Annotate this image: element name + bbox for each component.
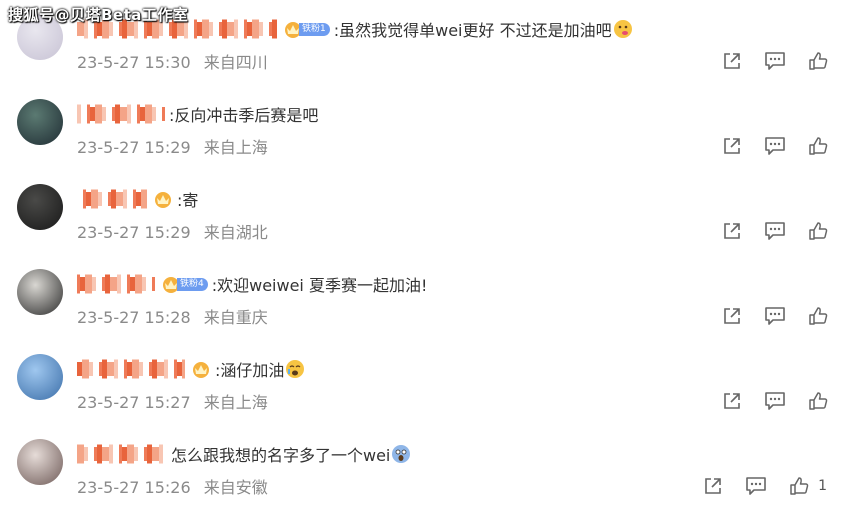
comment-date: 23-5-27 15:29: [77, 223, 191, 242]
comment-date: 23-5-27 15:27: [77, 393, 191, 412]
username-mosaic[interactable]: [77, 186, 148, 212]
comment-location: 来自安徽: [203, 478, 268, 497]
username-mosaic[interactable]: [77, 101, 165, 127]
reply-icon[interactable]: [764, 390, 786, 412]
like-icon[interactable]: [807, 220, 829, 242]
comment-date: 23-5-27 15:29: [77, 138, 191, 157]
comment-text: :反向冲击季后赛是吧: [169, 106, 319, 125]
fan-badge: 铁粉1: [283, 19, 330, 39]
comment-location: 来自上海: [203, 138, 268, 157]
comment-header: 怎么跟我想的名字多了一个wei: [77, 439, 411, 469]
username-mosaic[interactable]: [77, 441, 169, 467]
comment-header: :寄: [77, 184, 198, 214]
crown-icon: [193, 362, 209, 378]
comment-text: :虽然我觉得单wei更好 不过还是加油吧: [333, 21, 612, 40]
reply-icon[interactable]: [764, 135, 786, 157]
comment-item: 铁粉4 :欢迎weiwei 夏季赛一起加油! 23-5-27 15:28 来自重…: [0, 267, 849, 352]
comment-item: 怎么跟我想的名字多了一个wei 23-5-27 15:26 来自安徽 1: [0, 437, 849, 522]
like-icon[interactable]: [807, 390, 829, 412]
avatar[interactable]: [17, 439, 63, 485]
watermark: 搜狐号@贝塔Beta工作室: [8, 6, 189, 24]
share-icon[interactable]: [721, 305, 743, 327]
like-icon[interactable]: [807, 135, 829, 157]
crown-badge: [153, 189, 173, 209]
reply-icon[interactable]: [745, 475, 767, 497]
like-count: 1: [818, 478, 827, 494]
comment-meta: 23-5-27 15:29 来自上海: [77, 134, 268, 158]
drool-face-emoji-icon: [612, 19, 633, 40]
username-mosaic[interactable]: [77, 271, 155, 297]
comment-actions: [700, 305, 829, 327]
comment-location: 来自四川: [203, 53, 268, 72]
crown-badge: [191, 359, 211, 379]
reply-icon[interactable]: [764, 220, 786, 242]
comment-text: :涵仔加油: [215, 361, 285, 380]
reply-icon[interactable]: [764, 50, 786, 72]
comment-item: :涵仔加油 23-5-27 15:27 来自上海: [0, 352, 849, 437]
comment-actions: 1: [681, 475, 827, 497]
comment-header: :涵仔加油: [77, 354, 305, 384]
comment-actions: [700, 390, 829, 412]
like-icon[interactable]: [807, 50, 829, 72]
comment-header: 铁粉4 :欢迎weiwei 夏季赛一起加油!: [77, 269, 427, 299]
reply-icon[interactable]: [764, 305, 786, 327]
like-icon[interactable]: [788, 475, 810, 497]
fan-badge: 铁粉4: [161, 274, 208, 294]
like-icon[interactable]: [807, 305, 829, 327]
avatar[interactable]: [17, 99, 63, 145]
shock-face-emoji-icon: [390, 444, 411, 465]
comment-actions: [700, 50, 829, 72]
comment-date: 23-5-27 15:30: [77, 53, 191, 72]
comment-location: 来自上海: [203, 393, 268, 412]
comment-meta: 23-5-27 15:29 来自湖北: [77, 219, 268, 243]
comment-actions: [700, 135, 829, 157]
comment-meta: 23-5-27 15:27 来自上海: [77, 389, 268, 413]
share-icon[interactable]: [721, 135, 743, 157]
username-mosaic[interactable]: [77, 356, 189, 382]
comment-date: 23-5-27 15:26: [77, 478, 191, 497]
crown-icon: [155, 192, 171, 208]
share-icon[interactable]: [721, 50, 743, 72]
comment-item: :反向冲击季后赛是吧 23-5-27 15:29 来自上海: [0, 97, 849, 182]
comment-meta: 23-5-27 15:28 来自重庆: [77, 304, 268, 328]
cry-face-emoji-icon: [284, 359, 305, 380]
comment-item: :寄 23-5-27 15:29 来自湖北: [0, 182, 849, 267]
comment-text: :欢迎weiwei 夏季赛一起加油!: [211, 276, 428, 295]
share-icon[interactable]: [721, 220, 743, 242]
comment-date: 23-5-27 15:28: [77, 308, 191, 327]
comment-header: :反向冲击季后赛是吧: [77, 99, 318, 129]
avatar[interactable]: [17, 354, 63, 400]
comment-meta: 23-5-27 15:26 来自安徽: [77, 474, 268, 498]
avatar[interactable]: [17, 184, 63, 230]
avatar[interactable]: [17, 269, 63, 315]
comment-text: 怎么跟我想的名字多了一个wei: [171, 446, 391, 465]
comment-meta: 23-5-27 15:30 来自四川: [77, 49, 268, 73]
comment-location: 来自湖北: [203, 223, 268, 242]
share-icon[interactable]: [702, 475, 724, 497]
comment-actions: [700, 220, 829, 242]
comment-text: :寄: [177, 191, 199, 210]
comment-location: 来自重庆: [203, 308, 268, 327]
share-icon[interactable]: [721, 390, 743, 412]
